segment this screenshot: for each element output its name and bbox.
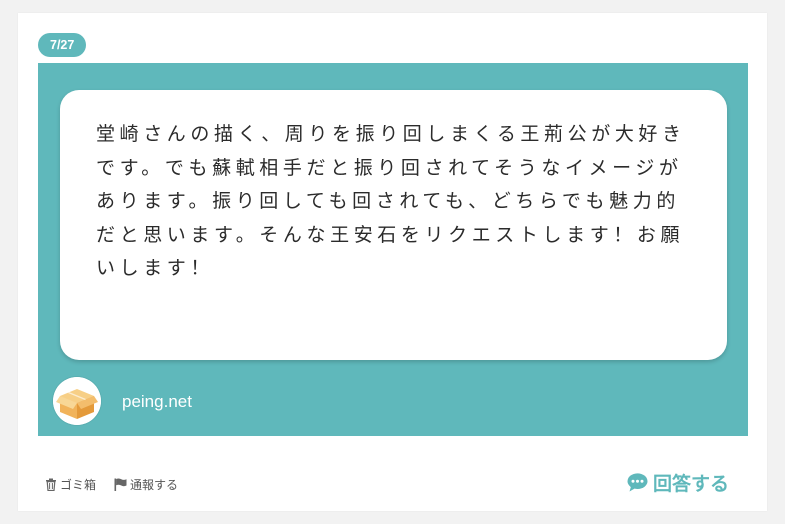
site-avatar [53, 377, 101, 425]
trash-icon [46, 478, 56, 491]
question-card: 7/27 堂崎さんの描く、周りを振り回しまくる王荊公が大好きです。でも蘇軾相手だ… [18, 13, 767, 511]
speech-bubble-icon [627, 473, 648, 492]
footer-actions: ゴミ箱 通報する [45, 476, 178, 493]
flag-icon [114, 478, 127, 491]
report-label: 通報する [130, 478, 179, 492]
site-name: peing.net [122, 392, 192, 411]
question-panel: 堂崎さんの描く、周りを振り回しまくる王荊公が大好きです。でも蘇軾相手だと振り回さ… [38, 63, 748, 436]
answer-label: 回答する [652, 473, 729, 495]
question-bubble: 堂崎さんの描く、周りを振り回しまくる王荊公が大好きです。でも蘇軾相手だと振り回さ… [60, 90, 727, 360]
page-count-badge: 7/27 [38, 33, 87, 57]
trash-button[interactable]: ゴミ箱 [45, 476, 96, 493]
answer-button[interactable]: 回答する [627, 469, 729, 496]
question-text: 堂崎さんの描く、周りを振り回しまくる王荊公が大好きです。でも蘇軾相手だと振り回さ… [96, 123, 686, 279]
report-button[interactable]: 通報する [114, 476, 178, 493]
trash-label: ゴミ箱 [60, 478, 97, 492]
cardboard-box-icon [53, 377, 101, 425]
